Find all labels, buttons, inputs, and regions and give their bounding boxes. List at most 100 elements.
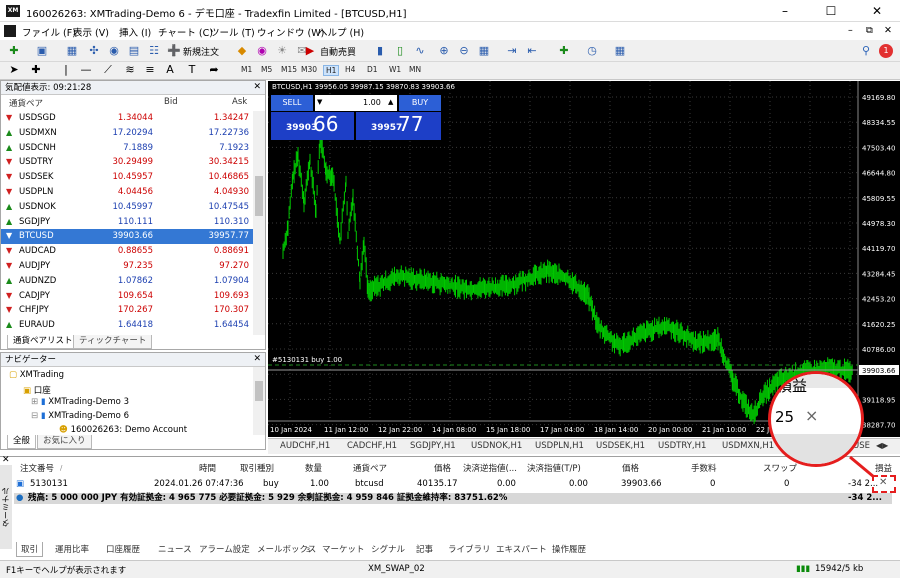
market-watch-scrollbar[interactable] <box>253 111 265 335</box>
col-ticket[interactable]: 注文番号 <box>20 462 54 474</box>
tab-symbol-list[interactable]: 通貨ペアリスト <box>7 335 79 349</box>
bar-chart-icon[interactable]: ▮ <box>372 44 388 57</box>
col-commission[interactable]: 手数料 <box>691 462 717 474</box>
navigator-icon[interactable]: ✣ <box>86 44 102 57</box>
tab-library[interactable]: ライブラリ <box>448 543 491 555</box>
list-item[interactable]: ▼ USDSGD 1.34044 1.34247 <box>1 111 253 126</box>
col-bid[interactable]: Bid <box>164 97 178 107</box>
meta-editor-icon[interactable]: ◆ <box>234 44 250 57</box>
lot-up-icon[interactable]: ▲ <box>388 98 393 106</box>
chart-tab[interactable]: USDNOK,H1 <box>471 441 522 451</box>
menu-file[interactable]: ファイル (F) <box>22 25 76 39</box>
col-ask[interactable]: Ask <box>232 97 247 107</box>
mdi-restore-icon[interactable]: ⧉ <box>866 25 873 36</box>
tf-w1[interactable]: W1 <box>389 65 401 74</box>
tab-experts[interactable]: エキスパート <box>496 543 547 555</box>
minimize-icon[interactable]: – <box>762 0 808 22</box>
order-line-label[interactable]: #5130131 buy 1.00 <box>272 356 342 364</box>
list-item[interactable]: ▼ CADJPY 109.654 109.693 <box>1 289 253 304</box>
list-item[interactable]: ▼ USDPLN 4.04456 4.04930 <box>1 185 253 200</box>
chart-tab[interactable]: USDPLN,H1 <box>535 441 584 451</box>
buy-button[interactable]: BUY <box>399 95 441 111</box>
menu-chart[interactable]: チャート (C) <box>158 25 213 39</box>
indicators-icon[interactable]: ✚ <box>556 44 572 57</box>
signals-icon[interactable]: ◉ <box>254 44 270 57</box>
arrows-icon[interactable]: ➦ <box>206 63 222 76</box>
horizontal-line-icon[interactable]: — <box>78 63 94 76</box>
mdi-close-icon[interactable]: ✕ <box>884 25 892 36</box>
tf-m15[interactable]: M15 <box>281 65 297 74</box>
text-icon[interactable]: A <box>162 63 178 76</box>
auto-trade-button[interactable]: 自動売買 <box>320 45 356 58</box>
lot-size-input[interactable]: ▼ 1.00 ▲ <box>315 95 397 111</box>
table-row[interactable]: ▣ 5130131 2024.01.26 07:47:36 buy 1.00 b… <box>14 477 892 492</box>
candlestick-icon[interactable]: ▯ <box>392 44 408 57</box>
sell-button[interactable]: SELL <box>271 95 313 111</box>
terminal-icon[interactable]: ▤ <box>126 44 142 57</box>
navigator-scrollbar[interactable] <box>253 367 265 435</box>
list-item[interactable]: ▲ USDCNH 7.1889 7.1923 <box>1 141 253 156</box>
market-watch-icon[interactable]: ▦ <box>64 44 80 57</box>
tf-mn[interactable]: MN <box>409 65 421 74</box>
list-item[interactable]: ▲ SGDJPY 110.111 110.310 <box>1 215 253 230</box>
col-current-price[interactable]: 価格 <box>622 462 639 474</box>
tab-alerts[interactable]: アラーム設定 <box>199 543 250 555</box>
periods-icon[interactable]: ◷ <box>584 44 600 57</box>
tf-h4[interactable]: H4 <box>345 65 355 74</box>
list-item[interactable]: ▲ AUDNZD 1.07862 1.07904 <box>1 274 253 289</box>
tf-h1[interactable]: H1 <box>323 65 340 76</box>
maximize-icon[interactable]: ☐ <box>808 0 854 22</box>
menu-tools[interactable]: ツール (T) <box>210 25 255 39</box>
chart-tab[interactable]: AUDCHF,H1 <box>280 441 330 451</box>
chart-tab[interactable]: CADCHF,H1 <box>347 441 397 451</box>
chart-shift-icon[interactable]: ⇤ <box>524 44 540 57</box>
chart-tab[interactable]: USDSEK,H1 <box>596 441 645 451</box>
tile-windows-icon[interactable]: ▦ <box>476 44 492 57</box>
tf-d1[interactable]: D1 <box>367 65 378 74</box>
tf-m1[interactable]: M1 <box>241 65 252 74</box>
crosshair-icon[interactable]: ✚ <box>28 63 44 76</box>
nav-server-3[interactable]: ⊞ ▮ XMTrading-Demo 3 <box>31 397 129 407</box>
tab-articles[interactable]: 記事 <box>416 543 433 555</box>
list-item[interactable]: ▼ BTCUSD 39903.66 39957.77 <box>1 229 253 245</box>
autoscroll-icon[interactable]: ⇥ <box>504 44 520 57</box>
col-price[interactable]: 価格 <box>434 462 451 474</box>
menu-view[interactable]: 表示 (V) <box>73 25 109 39</box>
vertical-line-icon[interactable]: | <box>58 63 74 76</box>
tab-favorites[interactable]: お気に入り <box>37 435 92 449</box>
list-item[interactable]: ▼ CHFJPY 170.267 170.307 <box>1 303 253 318</box>
close-order-icon[interactable]: ✕ <box>879 477 887 488</box>
tab-general[interactable]: 全般 <box>7 435 37 449</box>
buy-price-box[interactable]: 39957 77 <box>356 112 441 140</box>
col-time[interactable]: 時間 <box>199 462 216 474</box>
col-type[interactable]: 取引種別 <box>240 462 274 474</box>
tf-m30[interactable]: M30 <box>301 65 317 74</box>
col-symbol[interactable]: 通貨ペア <box>9 97 43 109</box>
templates-icon[interactable]: ▦ <box>612 44 628 57</box>
tab-trade[interactable]: 取引 <box>16 542 44 557</box>
doc-icon[interactable] <box>4 25 16 37</box>
notification-badge[interactable]: 1 <box>879 44 893 58</box>
tab-market[interactable]: マーケット <box>322 543 365 555</box>
cursor-icon[interactable]: ➤ <box>6 63 22 76</box>
tab-journal[interactable]: 操作履歴 <box>552 543 586 555</box>
nav-root[interactable]: ▢ XMTrading <box>9 370 64 380</box>
label-icon[interactable]: T <box>184 63 200 76</box>
list-item[interactable]: ▲ EURAUD 1.64418 1.64454 <box>1 318 253 333</box>
mdi-minimize-icon[interactable]: – <box>848 25 853 36</box>
tab-exposure[interactable]: 運用比率 <box>55 543 89 555</box>
tab-signals[interactable]: シグナル <box>371 543 405 555</box>
search-icon[interactable]: ⚲ <box>858 44 874 57</box>
col-symbol[interactable]: 通貨ペア <box>353 462 387 474</box>
chart-tab[interactable]: USDTRY,H1 <box>658 441 706 451</box>
col-tp[interactable]: 決済指値(T/P) <box>527 462 581 474</box>
panel-close-icon[interactable]: ✕ <box>253 82 261 92</box>
list-item[interactable]: ▲ USDNOK 10.45997 10.47545 <box>1 200 253 215</box>
chart-tab[interactable]: SGDJPY,H1 <box>410 441 456 451</box>
zoom-in-icon[interactable]: ⊕ <box>436 44 452 57</box>
navigator-close-icon[interactable]: ✕ <box>253 354 261 364</box>
list-item[interactable]: ▼ USDTRY 30.29499 30.34215 <box>1 155 253 170</box>
fibonacci-icon[interactable]: ≡ <box>142 63 158 76</box>
profiles-icon[interactable]: ▣ <box>34 44 50 57</box>
list-item[interactable]: ▼ USDSEK 10.45957 10.46865 <box>1 170 253 185</box>
